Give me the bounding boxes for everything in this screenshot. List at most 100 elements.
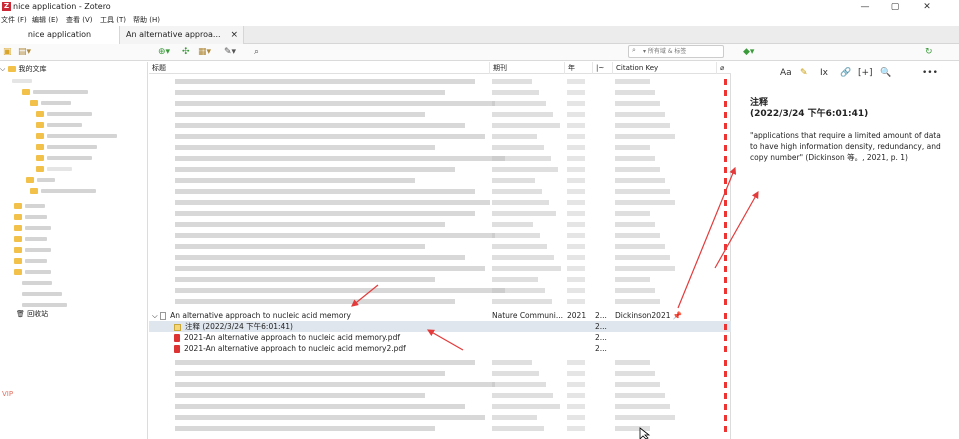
pdf-attachment-icon[interactable] (716, 343, 731, 354)
menu-help[interactable]: 帮助 (H) (133, 14, 160, 26)
table-row[interactable] (149, 208, 731, 219)
table-row[interactable] (149, 401, 731, 412)
col-year[interactable]: 年 (564, 62, 592, 74)
maximize-button[interactable]: ▢ (880, 0, 910, 14)
pdf-attachment-icon[interactable] (716, 120, 731, 131)
highlight-icon[interactable]: ✎ (800, 66, 808, 80)
pdf-attachment-icon[interactable] (716, 390, 731, 401)
more-options-icon[interactable]: ••• (922, 66, 938, 80)
table-row[interactable] (149, 197, 731, 208)
col-citation-key[interactable]: Citation Key (612, 62, 716, 74)
table-row[interactable] (149, 164, 731, 175)
collapse-icon[interactable]: ⌵ (0, 65, 5, 73)
pdf-attachment-icon[interactable] (716, 197, 731, 208)
pdf-attachment-icon[interactable] (716, 296, 731, 307)
table-row[interactable] (149, 186, 731, 197)
pdf-attachment-icon[interactable] (716, 208, 731, 219)
my-library-row[interactable]: ⌵ 我的文库 (0, 64, 148, 75)
pdf-attachment-icon[interactable] (716, 76, 731, 87)
menu-edit[interactable]: 编辑 (E) (32, 14, 58, 26)
table-row[interactable] (149, 142, 731, 153)
pdf-attachment-icon[interactable] (716, 252, 731, 263)
find-icon[interactable]: 🔍 (880, 66, 891, 80)
table-row[interactable] (149, 219, 731, 230)
tab-item[interactable]: An alternative approa... × (120, 26, 244, 44)
link-icon[interactable]: 🔗 (840, 66, 851, 80)
table-row[interactable] (149, 263, 731, 274)
add-attachment-icon[interactable]: ▦▾ (198, 46, 211, 58)
clear-format-icon[interactable]: Ix (820, 66, 828, 80)
collection-row[interactable] (14, 212, 162, 223)
menu-tools[interactable]: 工具 (T) (100, 14, 126, 26)
pdf-attachment-icon[interactable] (716, 98, 731, 109)
new-item-icon[interactable]: ⊕▾ (158, 46, 170, 58)
table-row[interactable] (149, 412, 731, 423)
locate-icon[interactable]: ◆▾ (743, 46, 754, 58)
col-date[interactable]: |~ (592, 62, 612, 74)
pdf-attachment-icon[interactable] (716, 230, 731, 241)
pdf-attachment-icon[interactable] (716, 274, 731, 285)
table-row[interactable] (149, 76, 731, 87)
minimize-button[interactable]: — (850, 0, 880, 14)
pdf-attachment-icon[interactable] (716, 131, 731, 142)
pdf-attachment-icon[interactable] (716, 175, 731, 186)
advanced-search-icon[interactable]: ⌕ (254, 46, 259, 58)
table-row[interactable] (149, 274, 731, 285)
collection-row[interactable] (14, 223, 162, 234)
tab-library[interactable]: nice application (0, 26, 120, 44)
col-journal[interactable]: 期刊 (489, 62, 564, 74)
pdf-attachment-icon[interactable] (716, 164, 731, 175)
note-body[interactable]: "applications that require a limited amo… (750, 130, 945, 163)
pdf-attachment-icon[interactable] (716, 379, 731, 390)
close-window-button[interactable]: ✕ (912, 0, 942, 14)
table-row[interactable] (149, 120, 731, 131)
item-row-parent[interactable]: ⌵ An alternative approach to nucleic aci… (149, 310, 731, 321)
col-attachments[interactable]: ⌀ (716, 62, 731, 74)
search-input[interactable] (643, 46, 723, 57)
collection-row[interactable] (22, 278, 170, 289)
table-row[interactable] (149, 379, 731, 390)
table-row[interactable] (149, 109, 731, 120)
table-row[interactable] (149, 175, 731, 186)
pdf-attachment-icon[interactable] (716, 87, 731, 98)
pdf-attachment-icon[interactable] (716, 153, 731, 164)
menu-file[interactable]: 文件 (F) (1, 14, 27, 26)
item-row-pdf[interactable]: 2021-An alternative approach to nucleic … (149, 343, 731, 354)
sync-icon[interactable]: ↻ (925, 46, 933, 58)
table-row[interactable] (149, 285, 731, 296)
collection-row[interactable] (14, 234, 162, 245)
pdf-attachment-icon[interactable] (716, 321, 731, 332)
insert-citation-icon[interactable]: [+] (858, 66, 873, 80)
menu-view[interactable]: 查看 (V) (66, 14, 92, 26)
annotate-icon[interactable]: ✎▾ (224, 46, 236, 58)
table-row[interactable] (149, 296, 731, 307)
col-title[interactable]: 标题 (149, 62, 489, 74)
search-field[interactable]: ⌕ (628, 45, 724, 58)
collection-row[interactable] (22, 87, 170, 98)
table-row[interactable] (149, 252, 731, 263)
pdf-attachment-icon[interactable] (716, 219, 731, 230)
expand-icon[interactable]: ⌵ (152, 311, 160, 320)
table-row[interactable] (149, 368, 731, 379)
add-by-identifier-icon[interactable]: ✣ (182, 46, 190, 58)
collection-row[interactable] (22, 289, 170, 300)
pdf-attachment-icon[interactable] (716, 310, 731, 321)
pdf-attachment-icon[interactable] (716, 241, 731, 252)
library-menu-icon[interactable]: ▤▾ (18, 46, 31, 58)
pdf-attachment-icon[interactable] (716, 285, 731, 296)
pdf-attachment-icon[interactable] (716, 142, 731, 153)
table-row[interactable] (149, 87, 731, 98)
item-row-note[interactable]: 注释 (2022/3/24 下午6:01:41) 2... (149, 321, 731, 332)
table-row[interactable] (149, 423, 731, 434)
collection-row[interactable] (14, 245, 162, 256)
table-row[interactable] (149, 241, 731, 252)
pdf-attachment-icon[interactable] (716, 186, 731, 197)
table-row[interactable] (149, 230, 731, 241)
new-collection-icon[interactable]: ▣ (3, 46, 12, 58)
table-row[interactable] (149, 98, 731, 109)
pdf-attachment-icon[interactable] (716, 357, 731, 368)
table-row[interactable] (149, 390, 731, 401)
pdf-attachment-icon[interactable] (716, 368, 731, 379)
collection-row[interactable] (12, 76, 160, 87)
table-row[interactable] (149, 131, 731, 142)
